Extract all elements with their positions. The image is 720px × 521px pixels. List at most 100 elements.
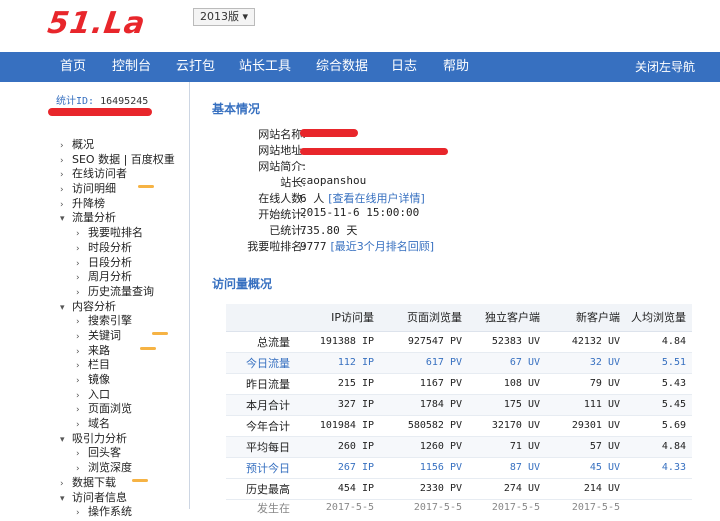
sidebar-item[interactable]: › 操作系统 [60, 505, 175, 520]
nav-home[interactable]: 首页 [60, 52, 86, 82]
chevron-right-icon: › [76, 243, 80, 254]
table-cell: 2017-5-5 [571, 502, 620, 513]
chevron-right-icon: › [76, 331, 80, 342]
chevron-down-icon: ▾ [60, 214, 65, 225]
table-row: 今日流量 112 IP 617 PV 67 UV 32 UV 5.51 [226, 352, 692, 374]
table-cell: 29301 UV [546, 415, 626, 437]
table-cell: 111 UV [546, 394, 626, 416]
chevron-right-icon: › [76, 390, 80, 401]
sidebar-group[interactable]: › 概况 [60, 138, 175, 153]
sidebar-item[interactable]: › 回头客 [60, 446, 175, 461]
info-value-text: - [300, 158, 307, 171]
sidebar-item-label: 回头客 [88, 446, 121, 460]
table-cell: 274 UV [468, 478, 546, 500]
table-cell: 4.84 [626, 331, 692, 353]
sidebar-item[interactable]: › 页面浏览 [60, 402, 175, 417]
sidebar-item[interactable]: › 来路 [60, 344, 175, 359]
table-cell: 4.84 [626, 436, 692, 458]
nav-help[interactable]: 帮助 [443, 52, 469, 82]
sidebar-group[interactable]: ▾ 内容分析 [60, 300, 175, 315]
info-link[interactable]: [查看在线用户详情] [328, 192, 425, 205]
sidebar-item[interactable]: › 周月分析 [60, 270, 175, 285]
nav-console[interactable]: 控制台 [112, 52, 151, 82]
row-label: 本月合计 [226, 394, 296, 416]
site-logo[interactable]: 51.La [46, 6, 148, 41]
chevron-right-icon: › [76, 287, 80, 298]
sidebar-group[interactable]: › 访问明细 [60, 182, 175, 197]
sidebar-group[interactable]: ▾ 流量分析 [60, 211, 175, 226]
info-key: 我要啦排名: [247, 240, 306, 253]
table-cell: 5.45 [626, 394, 692, 416]
sidebar-group[interactable]: ▾ 访问者信息 [60, 491, 175, 506]
table-cell: 45 UV [546, 457, 626, 479]
sidebar-item[interactable]: › 栏目 [60, 358, 175, 373]
sidebar-group[interactable]: › SEO 数据 | 百度权重 [60, 153, 175, 168]
table-cell: 2017-5-5 [491, 502, 540, 513]
sidebar-item[interactable]: › 日段分析 [60, 256, 175, 271]
info-row: 站长: caopanshou [200, 174, 520, 190]
new-badge [140, 346, 156, 350]
sidebar-group[interactable]: › 在线访问者 [60, 167, 175, 182]
info-key: 网站名称: [258, 128, 306, 141]
table-cell: 2017-5-5 [325, 502, 374, 513]
info-link[interactable]: [最近3个月排名回顾] [331, 240, 435, 253]
info-key: 网站地址: [258, 144, 306, 157]
sidebar-item[interactable]: › 搜索引擎 [60, 314, 175, 329]
close-left-nav-button[interactable]: 关闭左导航 [635, 52, 695, 82]
table-row: 发生在 2017-5-5 2017-5-5 2017-5-5 2017-5-5 [226, 499, 692, 516]
sidebar-tree: › 概况 › SEO 数据 | 百度权重 › 在线访问者 › 访问明细 › 升降榜 ▾ 流量分析 › 我要… [60, 138, 175, 520]
sidebar-item-label: 访问者信息 [72, 490, 127, 504]
row-label: 今日流量 [226, 352, 296, 374]
table-cell: 267 IP [296, 457, 380, 479]
sidebar-item[interactable]: › 我要啦排名 [60, 226, 175, 241]
sidebar-item[interactable]: › 历史流量查询 [60, 285, 175, 300]
sidebar-item[interactable]: › 入口 [60, 388, 175, 403]
chevron-right-icon: › [60, 185, 64, 196]
row-label: 预计今日 [226, 457, 296, 479]
stat-id-label: 统计ID: [56, 96, 95, 107]
table-cell: 1260 PV [380, 436, 468, 458]
table-row: 昨日流量 215 IP 1167 PV 108 UV 79 UV 5.43 [226, 373, 692, 395]
redaction-mark [300, 148, 448, 155]
sidebar-item[interactable]: › 镜像 [60, 373, 175, 388]
sidebar-item-label: 历史流量查询 [88, 284, 154, 298]
column-header: IP访问量 [296, 304, 380, 332]
sidebar-item[interactable]: › 浏览深度 [60, 461, 175, 476]
info-row: 网站简介: - [200, 158, 520, 174]
info-value-text: 6 人 [300, 192, 325, 205]
table-cell: 2017-5-5 [413, 502, 462, 513]
info-key: 开始统计: [258, 208, 306, 221]
top-header: 51.La 2013版 ▾ [0, 0, 720, 52]
info-value: 9777 [最近3个月排名回顾] [300, 238, 434, 254]
sidebar-item-label: 浏览深度 [88, 461, 132, 475]
nav-webmaster-tools[interactable]: 站长工具 [239, 52, 291, 82]
sidebar-group[interactable]: › 升降榜 [60, 197, 175, 212]
info-value-text: 9777 [300, 240, 327, 253]
stat-id: 统计ID: 16495245 [56, 92, 148, 107]
sidebar-item[interactable]: › 时段分析 [60, 241, 175, 256]
chevron-right-icon: › [76, 376, 80, 386]
table-cell: 87 UV [468, 457, 546, 479]
table-cell: 71 UV [468, 436, 546, 458]
sidebar-group[interactable]: › 数据下载 [60, 476, 175, 491]
row-label: 总流量 [226, 331, 296, 353]
overview-title: 访问量概况 [212, 277, 273, 291]
table-cell: 52383 UV [468, 331, 546, 353]
table-cell: 67 UV [468, 352, 546, 374]
sidebar-item-label: 内容分析 [72, 299, 116, 313]
column-header: 独立客户端 [468, 304, 546, 332]
sidebar-item[interactable]: › 域名 [60, 417, 175, 432]
chevron-right-icon: › [60, 199, 64, 210]
table-header-row: IP访问量 页面浏览量 独立客户端 新客户端 人均浏览量 [226, 304, 692, 332]
column-header [226, 304, 296, 332]
chevron-right-icon: › [60, 170, 64, 181]
table-cell: 927547 PV [380, 331, 468, 353]
chevron-right-icon: › [76, 420, 80, 431]
sidebar-group[interactable]: ▾ 吸引力分析 [60, 432, 175, 447]
nav-combined-data[interactable]: 综合数据 [316, 52, 368, 82]
version-select[interactable]: 2013版 ▾ [193, 8, 256, 26]
nav-log[interactable]: 日志 [391, 52, 417, 82]
nav-cloud-pack[interactable]: 云打包 [176, 52, 215, 82]
basic-info-title: 基本情况 [212, 102, 261, 116]
main-content: 基本情况 网站名称: 网站地址: 网站简介: - 站长: caopanshou 在线人数: 6… [200, 82, 720, 515]
